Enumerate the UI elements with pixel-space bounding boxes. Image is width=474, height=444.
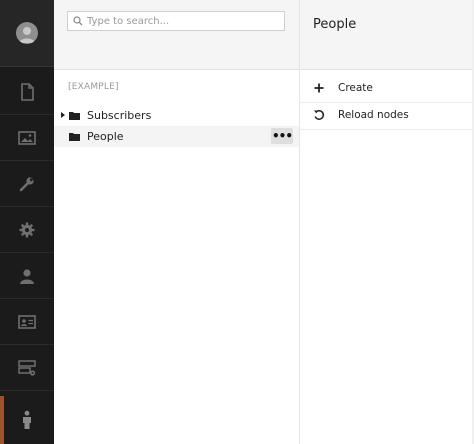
more-options-button[interactable]: •••: [271, 128, 293, 144]
expand-caret-icon[interactable]: [61, 112, 65, 118]
create-label: Create: [338, 82, 373, 94]
tree-header: [54, 0, 299, 70]
nav-item-settings[interactable]: [0, 161, 54, 207]
plus-icon: [314, 83, 324, 93]
user-avatar-icon: [19, 27, 35, 43]
tree-node-label: Subscribers: [87, 109, 152, 122]
reload-nodes-action[interactable]: Reload nodes: [300, 103, 474, 130]
gear-icon: [19, 222, 35, 237]
actions-header: People: [300, 0, 474, 70]
main-nav: [0, 0, 54, 444]
nav-header: [0, 0, 54, 67]
nav-item-people[interactable]: [0, 396, 54, 444]
actions-panel: People Create Reload nodes: [300, 0, 474, 444]
tree-panel: [EXAMPLE] Subscribers People •••: [54, 0, 300, 444]
nav-item-users[interactable]: [0, 253, 54, 299]
server-settings-icon: [18, 359, 36, 376]
tree-node-subscribers[interactable]: Subscribers: [54, 105, 299, 126]
nav-item-members[interactable]: [0, 299, 54, 345]
folder-icon: [69, 133, 80, 141]
app-window: [EXAMPLE] Subscribers People ••• People: [0, 0, 474, 444]
active-indicator: [0, 396, 4, 444]
image-icon: [18, 130, 36, 145]
reload-icon: [314, 110, 325, 120]
tree-node-label: People: [87, 130, 124, 143]
contact-card-icon: [18, 314, 36, 329]
search-box[interactable]: [67, 11, 285, 31]
nav-item-developer[interactable]: [0, 207, 54, 253]
folder-icon: [69, 112, 80, 120]
search-input[interactable]: [83, 15, 277, 27]
avatar[interactable]: [16, 22, 38, 44]
user-icon: [20, 268, 34, 284]
wrench-icon: [19, 176, 34, 191]
tree-root-label: [EXAMPLE]: [68, 82, 119, 92]
search-icon: [73, 16, 83, 26]
reload-nodes-label: Reload nodes: [338, 109, 409, 121]
nav-item-media[interactable]: [0, 115, 54, 161]
actions-title: People: [313, 17, 357, 32]
tree-node-people[interactable]: People •••: [54, 126, 299, 147]
document-icon: [21, 82, 34, 101]
create-action[interactable]: Create: [300, 76, 474, 103]
nav-item-server[interactable]: [0, 345, 54, 391]
person-icon: [23, 410, 31, 429]
nav-item-content[interactable]: [0, 69, 54, 115]
